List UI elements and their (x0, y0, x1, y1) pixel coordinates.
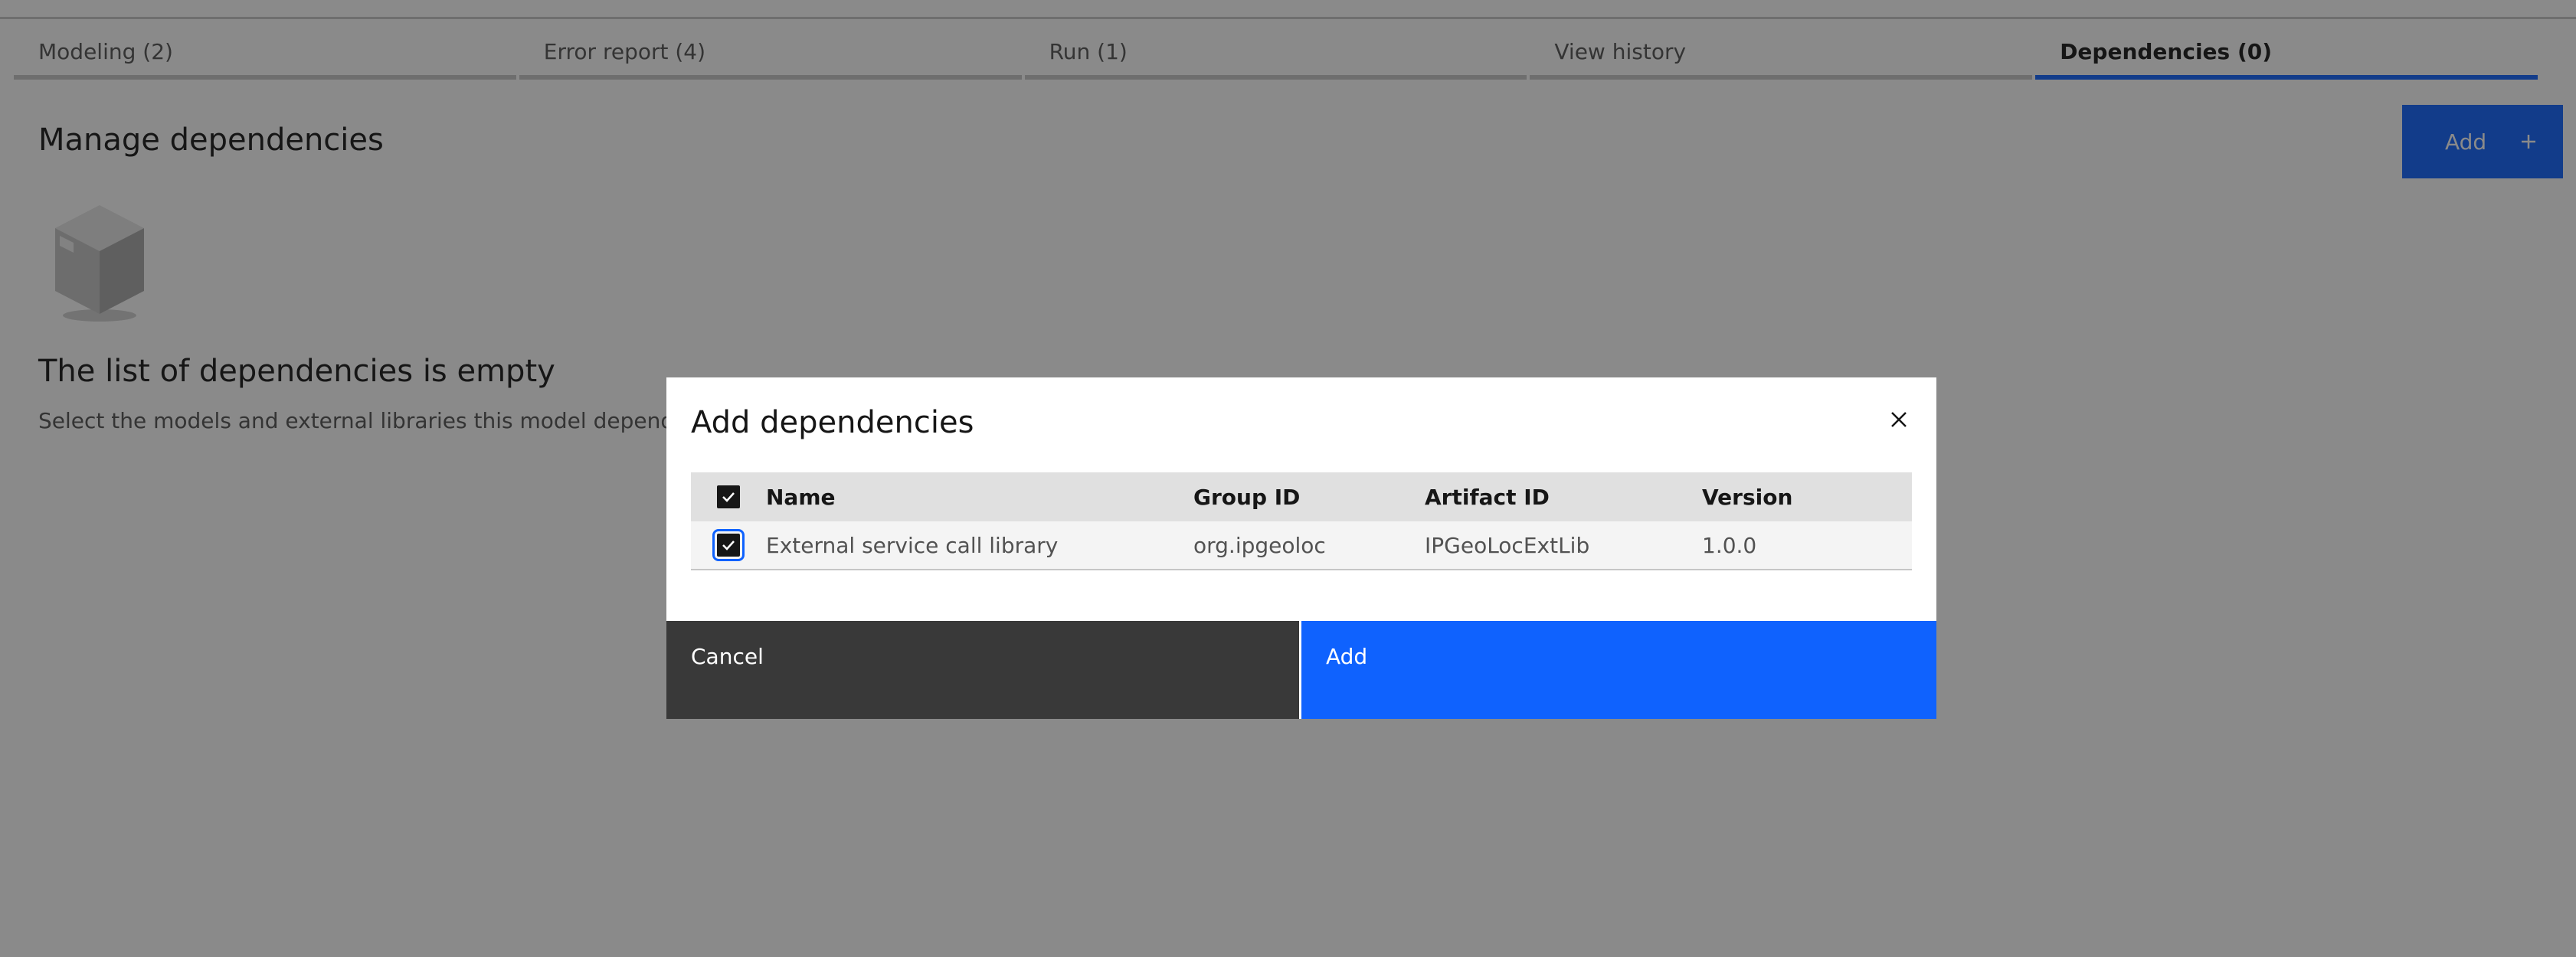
row-select-cell (691, 521, 766, 569)
column-header-name[interactable]: Name (766, 485, 1193, 510)
cell-artifact-id: IPGeoLocExtLib (1425, 532, 1590, 558)
cancel-button[interactable]: Cancel (666, 621, 1299, 719)
column-header-group-id[interactable]: Group ID (1193, 485, 1425, 510)
cell-name: External service call library (766, 532, 1059, 558)
table-row[interactable]: External service call library org.ipgeol… (691, 521, 1912, 570)
modal-title: Add dependencies (691, 405, 974, 440)
column-header-artifact-id[interactable]: Artifact ID (1425, 485, 1702, 510)
column-header-version[interactable]: Version (1702, 485, 1912, 510)
table-header: Name Group ID Artifact ID Version (691, 472, 1912, 521)
row-checkbox[interactable] (712, 529, 745, 561)
select-all-cell (691, 472, 766, 521)
modal-footer: Cancel Add (666, 621, 1936, 719)
add-dependencies-modal: Add dependencies Name Group ID Artifact … (666, 377, 1936, 719)
modal-close-button[interactable] (1875, 396, 1923, 443)
cell-version: 1.0.0 (1702, 532, 1757, 558)
checkmark-icon (722, 541, 735, 550)
cell-group-id: org.ipgeoloc (1193, 532, 1326, 558)
close-icon (1891, 412, 1907, 427)
add-button[interactable]: Add (1301, 621, 1936, 719)
select-all-checkbox[interactable] (717, 485, 740, 508)
dependencies-table: Name Group ID Artifact ID Version Extern… (691, 472, 1912, 570)
checkmark-icon (722, 492, 735, 502)
